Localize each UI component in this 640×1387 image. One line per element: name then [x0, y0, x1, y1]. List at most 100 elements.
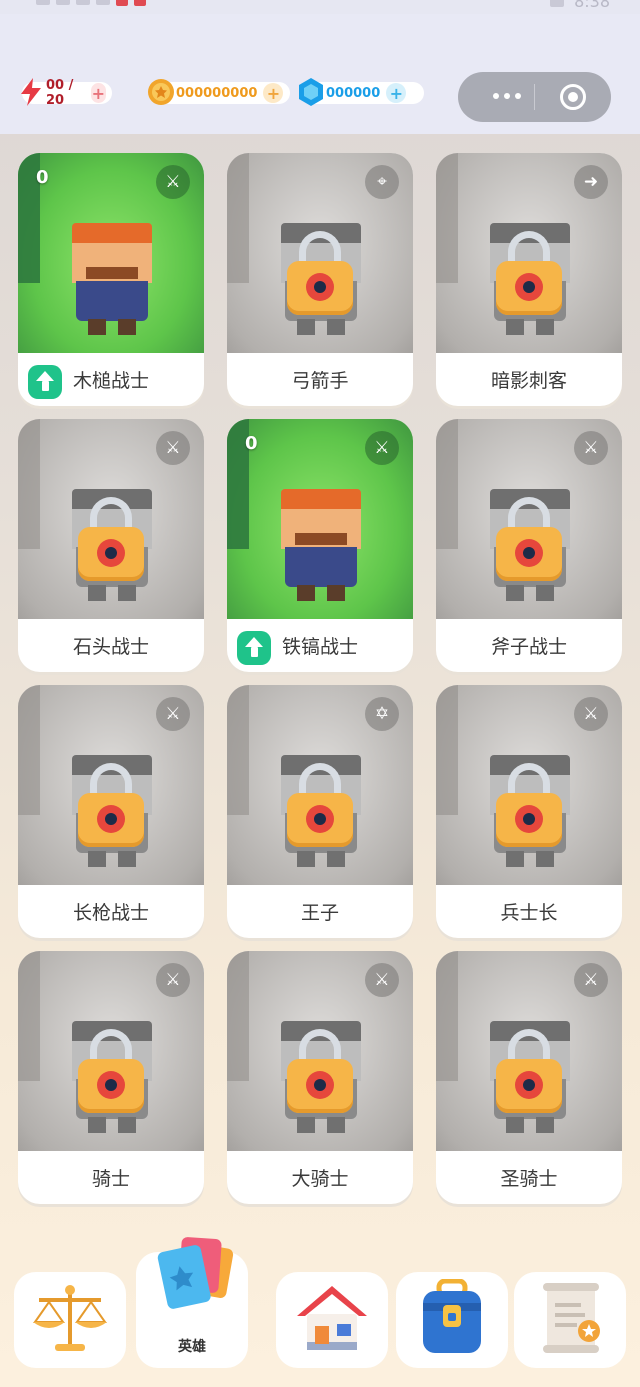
- coin-icon: [146, 77, 176, 107]
- status-bar: 8:38: [0, 0, 640, 14]
- sword-icon: ⚔: [574, 697, 608, 731]
- lock-icon: [287, 763, 353, 847]
- hero-portrait: ⚔: [18, 951, 204, 1151]
- signal-icon: [76, 0, 90, 5]
- sim-icon: [36, 0, 50, 5]
- more-icon[interactable]: [482, 86, 532, 106]
- lock-icon: [496, 763, 562, 847]
- hero-portrait: ⚔: [18, 419, 204, 619]
- hero-name: 长枪战士: [72, 902, 149, 924]
- wifi-icon: [96, 0, 110, 5]
- hero-portrait: ⚔: [227, 951, 413, 1151]
- hero-card[interactable]: ⚔ 大骑士: [227, 951, 413, 1204]
- hero-card[interactable]: 0 ⚔ 木槌战士: [18, 153, 204, 406]
- hero-count: 0: [36, 167, 49, 188]
- lock-icon: [78, 1029, 144, 1113]
- lock-icon: [78, 763, 144, 847]
- tree-decoration: [227, 685, 249, 815]
- battery-icon: [550, 0, 565, 7]
- energy-counter: 00 / 20 +: [21, 78, 112, 108]
- hero-portrait: ⚔: [18, 685, 204, 885]
- hero-portrait: ➜: [436, 153, 622, 353]
- tree-decoration: [18, 419, 40, 549]
- lock-icon: [496, 231, 562, 315]
- notification-icon: [116, 0, 128, 6]
- hero-cards-icon: [156, 1236, 234, 1320]
- hero-card[interactable]: ⚔ 骑士: [18, 951, 204, 1204]
- tree-decoration: [18, 685, 40, 815]
- nav-balance[interactable]: [14, 1272, 126, 1368]
- sword-icon: ⚔: [156, 165, 190, 199]
- crosshair-icon: ⌖: [365, 165, 399, 199]
- hero-figure: [273, 489, 369, 609]
- energy-value: 00 / 20: [46, 78, 74, 108]
- capsule-divider: [534, 84, 535, 110]
- tree-decoration: [436, 685, 458, 815]
- bottom-nav: 英雄: [0, 1237, 640, 1387]
- lock-icon: [78, 497, 144, 581]
- hero-portrait: 0 ⚔: [18, 153, 204, 353]
- hero-name: 骑士: [91, 1168, 130, 1190]
- clock: 8:38: [574, 0, 610, 11]
- tree-decoration: [436, 419, 458, 549]
- hero-portrait: ⚔: [436, 951, 622, 1151]
- hero-card[interactable]: ⚔ 斧子战士: [436, 419, 622, 672]
- backpack-icon: [417, 1278, 487, 1361]
- hero-count: 0: [245, 433, 258, 454]
- hero-card[interactable]: ⚔ 兵士长: [436, 685, 622, 938]
- lock-icon: [496, 1029, 562, 1113]
- hero-figure: [64, 223, 160, 343]
- hero-portrait: ✡: [227, 685, 413, 885]
- sword-icon: ⚔: [574, 963, 608, 997]
- lightning-icon: [16, 77, 46, 107]
- hero-card[interactable]: ⚔ 长枪战士: [18, 685, 204, 938]
- scroll-icon: [533, 1279, 607, 1361]
- add-gems-button[interactable]: +: [386, 83, 407, 103]
- coin-counter: 000000000 +: [148, 79, 290, 106]
- hero-name: 暗影刺客: [490, 370, 567, 392]
- lock-icon: [496, 497, 562, 581]
- notification-icon: [134, 0, 146, 6]
- add-energy-button[interactable]: +: [90, 83, 106, 103]
- hero-portrait: ⌖: [227, 153, 413, 353]
- sword-icon: ⚔: [365, 963, 399, 997]
- sword-icon: ⚔: [365, 431, 399, 465]
- add-coins-button[interactable]: +: [263, 83, 284, 103]
- hero-portrait: ⚔: [436, 419, 622, 619]
- status-icons: [36, 0, 146, 8]
- hero-name: 大骑士: [291, 1168, 349, 1190]
- hero-card[interactable]: ⚔ 圣骑士: [436, 951, 622, 1204]
- nav-backpack[interactable]: [396, 1272, 508, 1368]
- hero-name: 圣骑士: [500, 1168, 558, 1190]
- tree-decoration: [436, 153, 458, 283]
- balance-scale-icon: [31, 1282, 109, 1358]
- spear-icon: ⚔: [156, 697, 190, 731]
- hero-name: 斧子战士: [490, 636, 567, 658]
- hero-name: 弓箭手: [291, 370, 349, 392]
- sword-icon: ⚔: [574, 431, 608, 465]
- tree-decoration: [18, 951, 40, 1081]
- gem-counter: 000000 +: [299, 78, 424, 106]
- hero-card[interactable]: ✡ 王子: [227, 685, 413, 938]
- hero-card[interactable]: ⚔ 石头战士: [18, 419, 204, 672]
- gem-value: 000000: [326, 85, 381, 101]
- star-ring-icon: ✡: [365, 697, 399, 731]
- nav-quests[interactable]: [514, 1272, 626, 1368]
- home-icon: [293, 1280, 371, 1360]
- lock-icon: [287, 1029, 353, 1113]
- hero-name: 铁镐战士: [281, 636, 358, 658]
- hero-card[interactable]: 0 ⚔ 铁镐战士: [227, 419, 413, 672]
- target-icon[interactable]: [560, 84, 586, 110]
- signal-icon: [56, 0, 70, 5]
- mini-program-capsule: [458, 72, 611, 122]
- hero-name: 石头战士: [72, 636, 149, 658]
- hero-card[interactable]: ➜ 暗影刺客: [436, 153, 622, 406]
- lock-icon: [287, 231, 353, 315]
- dash-icon: ➜: [574, 165, 608, 199]
- gem-icon: [296, 77, 326, 107]
- nav-heroes[interactable]: 英雄: [136, 1237, 248, 1368]
- tree-decoration: [227, 951, 249, 1081]
- hero-portrait: ⚔: [436, 685, 622, 885]
- hero-card[interactable]: ⌖ 弓箭手: [227, 153, 413, 406]
- nav-home[interactable]: [276, 1272, 388, 1368]
